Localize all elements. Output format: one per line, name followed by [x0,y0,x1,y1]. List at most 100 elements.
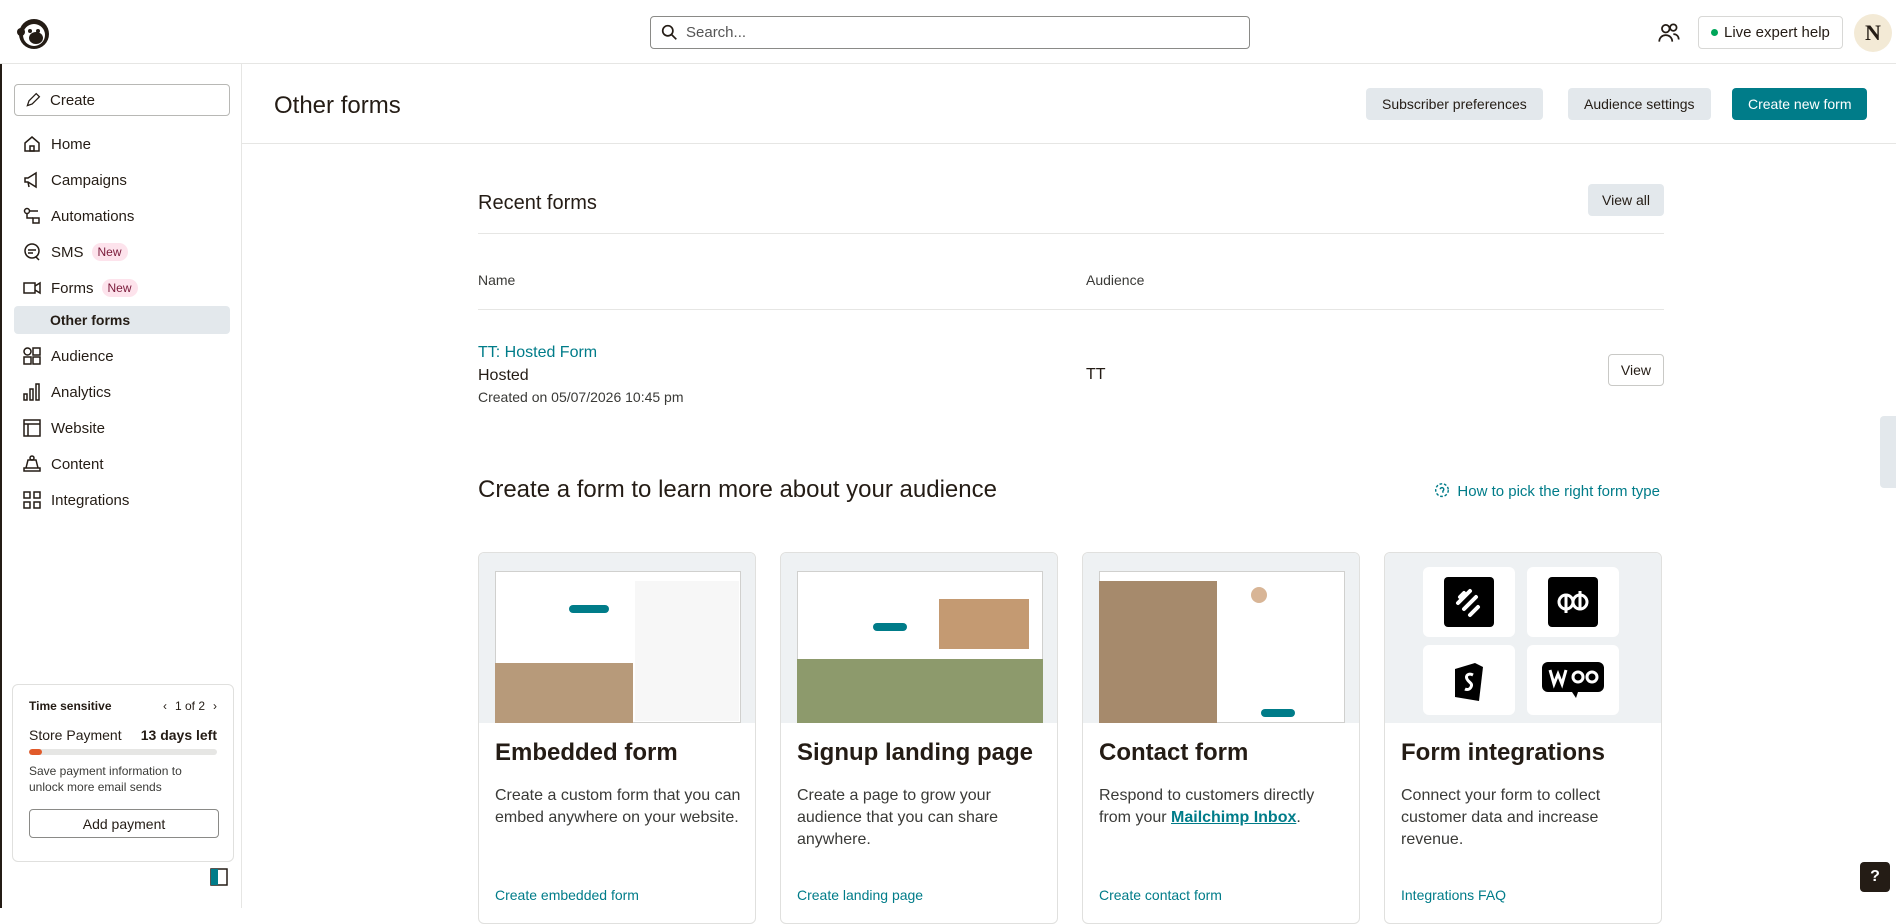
card-contact-form[interactable]: Contact form Respond to customers direct… [1082,552,1360,924]
create-button[interactable]: Create [14,84,230,116]
sidebar-item-automations[interactable]: Automations [14,198,230,234]
squarespace-icon [1444,577,1494,627]
megaphone-icon [24,171,37,189]
contact-form-preview [1083,553,1359,723]
online-status-dot [1711,29,1718,36]
sidebar-item-audience[interactable]: Audience [14,338,230,374]
feedback-tab[interactable] [1880,416,1896,488]
create-embedded-form-link[interactable]: Create embedded form [495,887,639,903]
sidebar: Create Home Campaigns Automations SMS Ne… [0,64,242,908]
card-title: Embedded form [495,739,678,766]
time-sensitive-description: Save payment information to unlock more … [29,764,182,794]
view-all-button[interactable]: View all [1588,184,1664,216]
woocommerce-icon [1542,662,1604,698]
card-title: Contact form [1099,739,1249,766]
sidebar-item-label: SMS [51,243,84,261]
page-header: Other forms Subscriber preferences Audie… [242,64,1896,144]
search-input[interactable] [686,24,1206,41]
pencil-icon [26,92,41,107]
sidebar-item-other-forms[interactable]: Other forms [14,306,230,334]
live-expert-help-button[interactable]: Live expert help [1698,16,1843,49]
sidebar-item-label: Integrations [51,491,130,509]
chevron-left-icon[interactable]: ‹ [163,699,167,713]
sidebar-item-analytics[interactable]: Analytics [14,374,230,410]
create-section-title: Create a form to learn more about your a… [478,476,997,503]
form-type-cards: Embedded form Create a custom form that … [478,552,1664,924]
landing-page-preview [781,553,1057,723]
how-to-pick-link[interactable]: How to pick the right form type [1433,482,1660,500]
column-header-audience: Audience [1086,272,1145,288]
quickbooks-icon [1548,577,1598,627]
shopify-icon [1455,663,1483,701]
card-form-integrations[interactable]: Form integrations Connect your form to c… [1384,552,1662,924]
card-description: Respond to customers directly from your … [1099,785,1349,829]
chevron-right-icon[interactable]: › [213,699,217,713]
home-icon [24,136,40,152]
card-embedded-form[interactable]: Embedded form Create a custom form that … [478,552,756,924]
integrations-icon [23,491,41,509]
avatar[interactable]: N [1854,14,1892,52]
sidebar-item-content[interactable]: Content [14,446,230,482]
sidebar-collapse-icon[interactable] [210,868,228,886]
mailchimp-logo-icon[interactable] [14,12,54,52]
search-bar[interactable] [650,16,1250,49]
sidebar-item-label: Forms [51,279,94,297]
create-new-form-button[interactable]: Create new form [1732,88,1868,120]
sidebar-sub-item-label: Other forms [50,312,131,328]
pager-label: 1 of 2 [174,699,205,713]
sidebar-item-home[interactable]: Home [14,126,230,162]
website-icon [23,419,41,437]
audience-settings-button[interactable]: Audience settings [1568,88,1711,120]
add-payment-button[interactable]: Add payment [29,809,219,838]
create-landing-page-link[interactable]: Create landing page [797,887,923,903]
recent-forms-header: Recent forms View all [478,184,1664,234]
sidebar-item-campaigns[interactable]: Campaigns [14,162,230,198]
create-section-header: Create a form to learn more about your a… [478,474,1664,514]
lightbulb-icon [1435,483,1450,498]
top-bar: Live expert help N [0,0,1896,64]
sidebar-item-forms[interactable]: Forms New [14,270,230,306]
forms-icon [23,281,41,295]
audience-icon [23,347,41,365]
mailchimp-inbox-link[interactable]: Mailchimp Inbox [1171,809,1296,826]
days-progress-fill [29,749,43,755]
form-type: Hosted [478,367,529,384]
help-button[interactable]: ? [1860,862,1890,892]
subscriber-preferences-button[interactable]: Subscriber preferences [1366,88,1543,120]
store-payment-title: Store Payment [29,727,122,743]
recent-forms-table-header: Name Audience [478,262,1664,310]
sidebar-item-integrations[interactable]: Integrations [14,482,230,518]
live-expert-help-label: Live expert help [1724,24,1830,41]
card-description-end: . [1296,809,1301,826]
days-left: 13 days left [140,727,217,743]
search-icon [661,24,677,40]
card-signup-landing-page[interactable]: Signup landing page Create a page to gro… [780,552,1058,924]
content-icon [23,455,41,472]
sidebar-item-sms[interactable]: SMS New [14,234,230,270]
view-form-button[interactable]: View [1607,354,1664,386]
create-contact-form-link[interactable]: Create contact form [1099,887,1222,903]
sidebar-item-website[interactable]: Website [14,410,230,446]
form-name-link[interactable]: TT: Hosted Form [478,344,597,362]
card-description: Create a page to grow your audience that… [797,787,999,848]
sidebar-item-label: Home [51,135,92,153]
card-title: Signup landing page [797,739,1033,766]
integrations-preview [1385,553,1661,723]
integrations-faq-link[interactable]: Integrations FAQ [1401,887,1506,903]
sidebar-item-label: Website [51,419,105,437]
how-to-pick-label: How to pick the right form type [1457,482,1660,500]
time-sensitive-card: Time sensitive ‹ 1 of 2 › Store Payment … [12,684,234,862]
embedded-form-preview [479,553,755,723]
form-created-date: Created on 05/07/2026 10:45 pm [478,389,684,405]
time-sensitive-heading: Time sensitive [29,699,112,713]
sidebar-item-label: Audience [51,347,114,365]
shopify-tile [1423,645,1515,715]
card-description: Create a custom form that you can embed … [495,787,741,826]
sidebar-item-label: Campaigns [51,171,127,189]
create-label: Create [50,91,96,109]
card-title: Form integrations [1401,739,1606,766]
days-progress-bar [29,749,217,755]
column-header-name: Name [478,272,516,288]
people-icon[interactable] [1656,20,1682,46]
sidebar-item-label: Automations [51,207,135,225]
